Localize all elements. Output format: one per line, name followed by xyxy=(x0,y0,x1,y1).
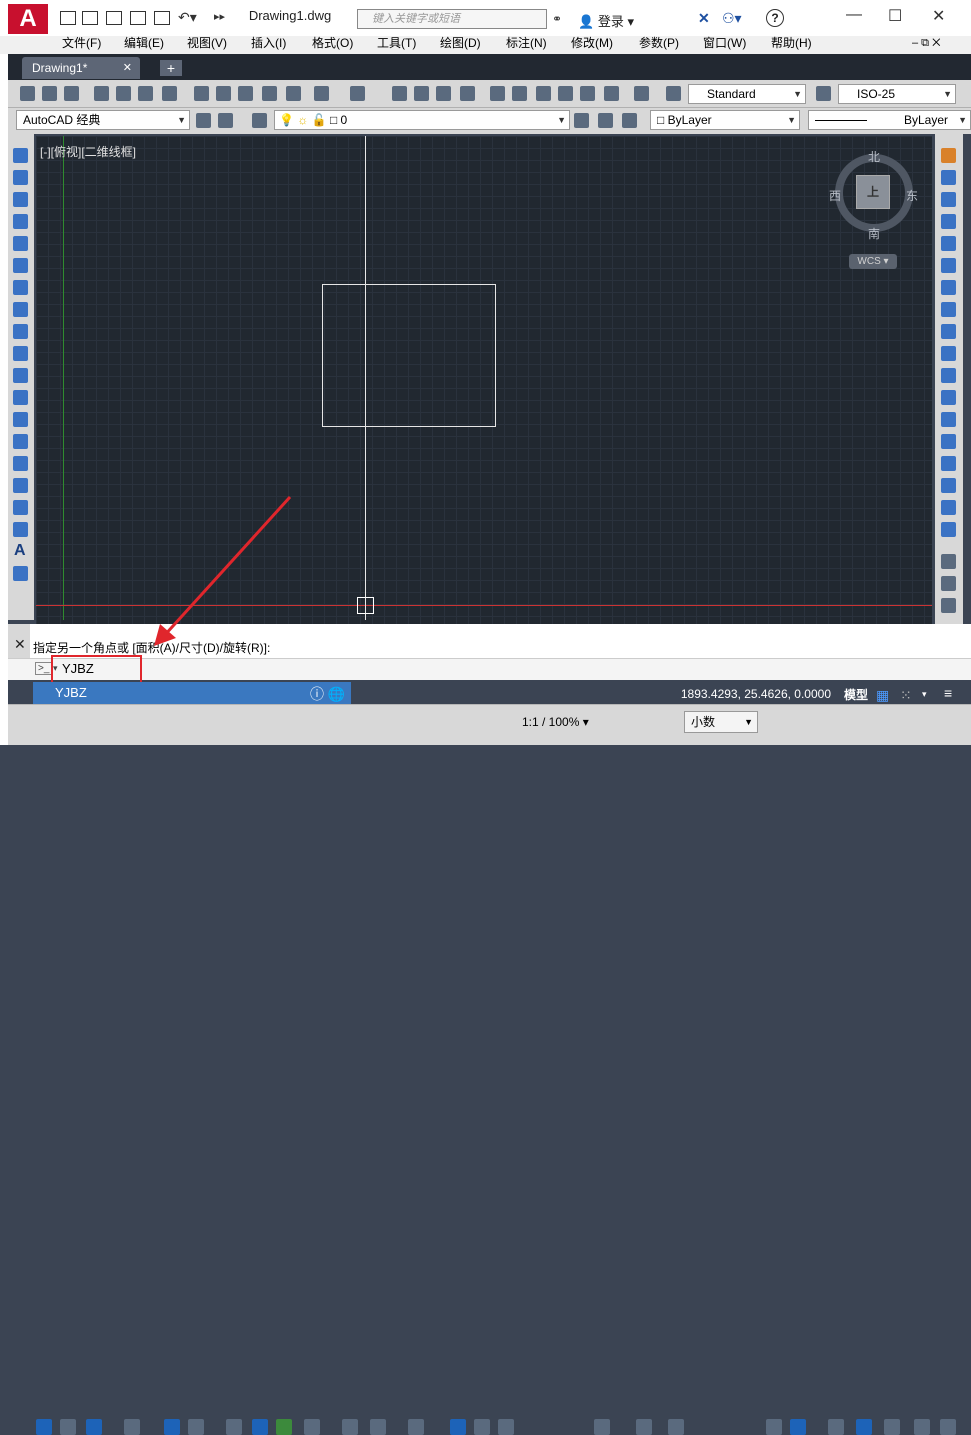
clean-screen-icon[interactable] xyxy=(914,1419,930,1435)
annotation-scale-icon[interactable] xyxy=(498,1419,514,1435)
isodraft-icon[interactable] xyxy=(124,1419,140,1435)
status-menu-icon[interactable] xyxy=(940,1419,956,1435)
lineweight-icon[interactable] xyxy=(226,1419,242,1435)
3d-osnap-icon[interactable] xyxy=(304,1419,320,1435)
units-icon[interactable] xyxy=(668,1419,684,1435)
transparency-icon[interactable] xyxy=(252,1419,268,1435)
model-space-button[interactable]: 模型 xyxy=(844,686,868,703)
chevron-down-icon: ▼ xyxy=(744,717,753,727)
object-snap-tracking-icon[interactable] xyxy=(164,1419,180,1435)
quick-properties-icon[interactable] xyxy=(766,1419,782,1435)
annotation-scale-value: 1:1 / 100% xyxy=(522,715,580,729)
annotation-arrow xyxy=(154,495,292,646)
coordinates-display[interactable]: 1893.4293, 25.4626, 0.0000 xyxy=(657,683,837,705)
graphics-performance-icon[interactable] xyxy=(884,1419,900,1435)
units-dropdown[interactable]: 小数 ▼ xyxy=(684,711,758,733)
ortho-icon[interactable] xyxy=(36,1419,52,1435)
annotation-arrow-line xyxy=(161,495,292,639)
snap-icon[interactable]: ⁙ xyxy=(900,687,912,704)
dynamic-ucs-icon[interactable] xyxy=(342,1419,358,1435)
object-snap-icon[interactable] xyxy=(188,1419,204,1435)
chevron-down-icon[interactable]: ▾ xyxy=(922,689,927,700)
units-value: 小数 xyxy=(691,715,716,729)
plus-icon[interactable] xyxy=(636,1419,652,1435)
grid-icon[interactable]: ▦ xyxy=(876,687,889,704)
infer-constraints-icon[interactable] xyxy=(60,1419,76,1435)
gear-icon[interactable] xyxy=(594,1419,610,1435)
annotation-scale-dropdown[interactable]: 1:1 / 100% ▾ xyxy=(522,715,589,729)
lock-ui-icon[interactable] xyxy=(790,1419,806,1435)
selection-filter-icon[interactable] xyxy=(370,1419,386,1435)
selection-cycling-icon[interactable] xyxy=(276,1419,292,1435)
isolate-objects-icon[interactable] xyxy=(828,1419,844,1435)
customization-icon[interactable]: ≡ xyxy=(944,685,952,701)
annotation-visibility-icon[interactable] xyxy=(450,1419,466,1435)
gizmo-icon[interactable] xyxy=(408,1419,424,1435)
polar-icon[interactable] xyxy=(86,1419,102,1435)
auto-scale-icon[interactable] xyxy=(474,1419,490,1435)
hardware-acceleration-icon[interactable] xyxy=(856,1419,872,1435)
status-bar xyxy=(8,704,971,1435)
